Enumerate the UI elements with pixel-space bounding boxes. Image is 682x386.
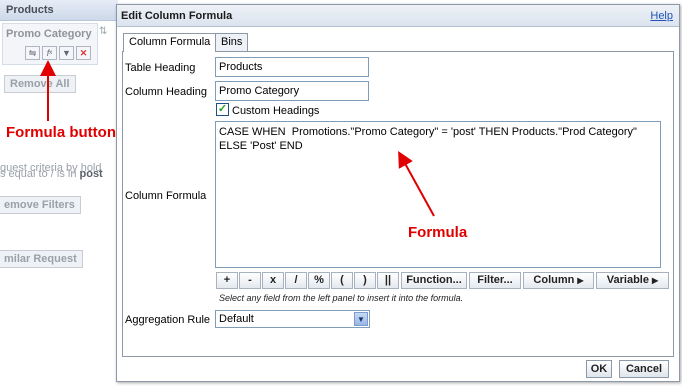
formula-annotation: Formula [408, 224, 468, 241]
variable-button-label: Variable [606, 274, 649, 286]
ok-button[interactable]: OK [586, 360, 612, 378]
aggregation-rule-value: Default [219, 313, 254, 325]
remove-all-button[interactable]: Remove All [4, 75, 76, 93]
checkmark-icon: ✓ [217, 103, 228, 115]
filter-icon[interactable]: ▼ [59, 46, 74, 60]
variable-button[interactable]: Variable ▶ [596, 272, 669, 289]
table-heading-label: Table Heading [125, 62, 196, 74]
filter-operator-text: s equal to / is in [0, 168, 80, 180]
filter-button[interactable]: Filter... [469, 272, 521, 289]
chevron-down-icon[interactable]: ▼ [354, 312, 368, 326]
sort-icon[interactable]: ⇅ [99, 26, 113, 40]
remove-filters-button[interactable]: emove Filters [0, 196, 81, 214]
aggregation-rule-select[interactable]: Default ▼ [215, 310, 370, 328]
multiply-operator-button[interactable]: x [262, 272, 284, 289]
minus-operator-button[interactable]: - [239, 272, 261, 289]
caret-right-icon: ▶ [577, 276, 584, 285]
tab-bins[interactable]: Bins [215, 33, 249, 51]
open-paren-button[interactable]: ( [331, 272, 353, 289]
formula-button-annotation: Formula button [6, 124, 116, 141]
column-heading-input[interactable] [215, 81, 369, 101]
function-button[interactable]: Function... [401, 272, 467, 289]
column-icon-bar: ⇋ fx ▼ ✕ [25, 46, 91, 60]
filter-value-text: post [79, 168, 103, 180]
column-name: Promo Category [6, 28, 92, 40]
aggregation-rule-label: Aggregation Rule [125, 314, 211, 326]
insert-hint-text: Select any field from the left panel to … [219, 293, 464, 303]
panel-title: Products [0, 0, 118, 21]
column-formula-panel: Table Heading Column Heading ✓ Custom He… [122, 51, 674, 357]
table-heading-input[interactable] [215, 57, 369, 77]
column-button[interactable]: Column ▶ [523, 272, 594, 289]
column-properties-icon[interactable]: ⇋ [25, 46, 40, 60]
column-button-label: Column [533, 274, 575, 286]
delete-icon[interactable]: ✕ [76, 46, 91, 60]
formula-textarea[interactable]: CASE WHEN Promotions."Promo Category" = … [215, 121, 661, 268]
dialog-titlebar: Edit Column Formula Help [117, 5, 679, 27]
edit-column-formula-dialog: Edit Column Formula Help Column Formula … [116, 4, 680, 382]
cancel-button[interactable]: Cancel [619, 360, 669, 378]
custom-headings-label: Custom Headings [232, 105, 320, 117]
tab-column-formula[interactable]: Column Formula [123, 33, 217, 52]
column-heading-label: Column Heading [125, 86, 207, 98]
help-link[interactable]: Help [650, 10, 673, 22]
filter-description: s equal to / is in post [0, 168, 103, 180]
similar-request-button[interactable]: milar Request [0, 250, 83, 268]
custom-headings-checkbox[interactable]: ✓ [216, 103, 229, 116]
plus-operator-button[interactable]: + [216, 272, 238, 289]
concat-operator-button[interactable]: || [377, 272, 399, 289]
close-paren-button[interactable]: ) [354, 272, 376, 289]
caret-right-icon: ▶ [652, 276, 659, 285]
column-formula-label: Column Formula [125, 190, 207, 202]
dialog-title: Edit Column Formula [121, 10, 233, 22]
answers-criteria-panel: Products Promo Category ⇅ ⇋ fx ▼ ✕ Remov… [0, 0, 120, 386]
formula-icon[interactable]: fx [42, 46, 57, 60]
divide-operator-button[interactable]: / [285, 272, 307, 289]
percent-operator-button[interactable]: % [308, 272, 330, 289]
